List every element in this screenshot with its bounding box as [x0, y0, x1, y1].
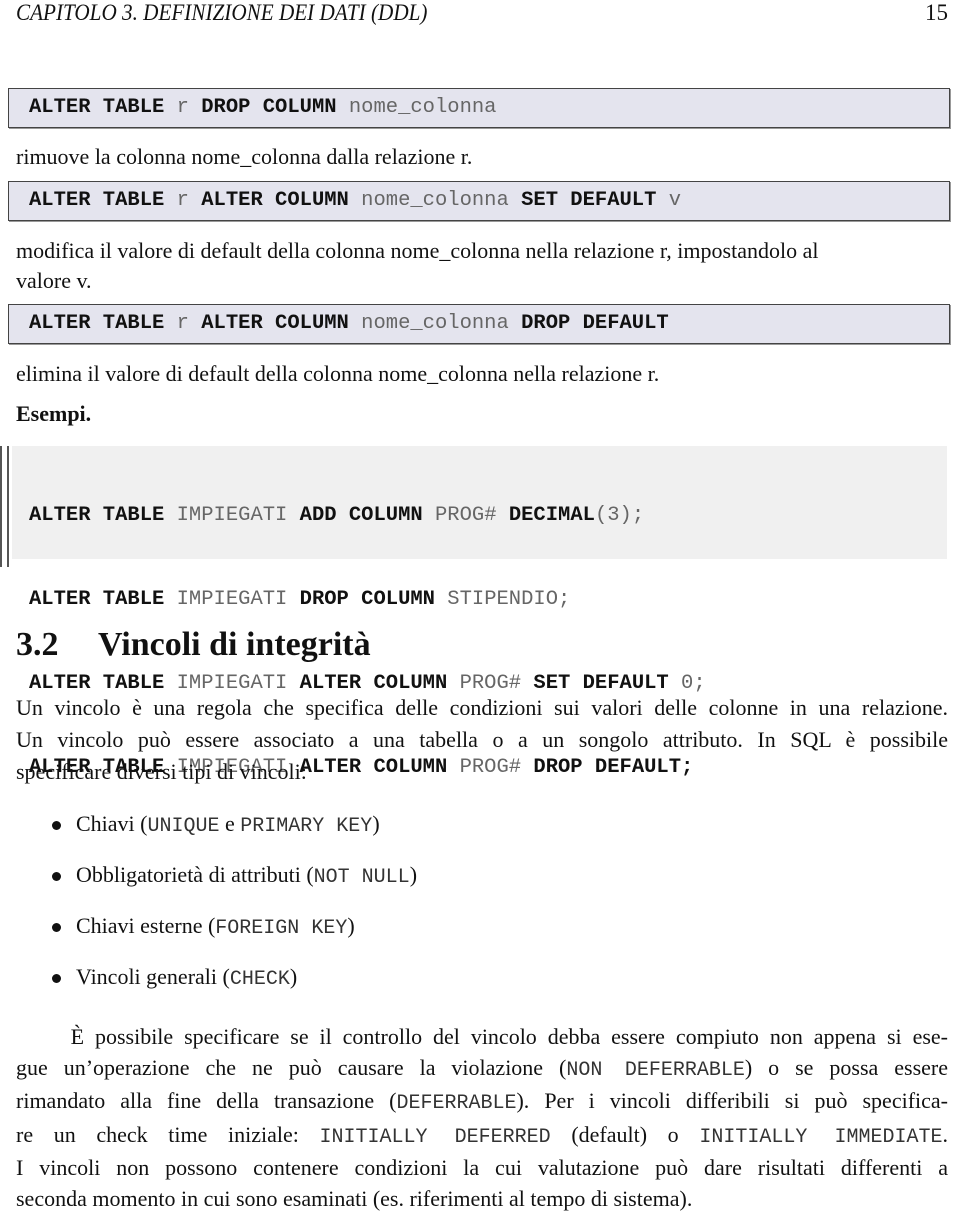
sql-identifier: (3);	[595, 504, 644, 527]
examples-code-block: ALTER TABLE IMPIEGATI ADD COLUMN PROG# D…	[0, 446, 948, 559]
sql-identifier: r	[164, 189, 201, 212]
paragraph-line: seconda momento in cui sono esaminati (e…	[16, 1184, 948, 1214]
paragraph-line: È possibile specificare se il controllo …	[16, 1022, 948, 1053]
text-run: (default) o	[551, 1122, 700, 1147]
sql-identifier: nome_colonna	[349, 312, 521, 335]
page-header: CAPITOLO 3. DEFINIZIONE DEI DATI (DDL) 1…	[16, 0, 948, 30]
sql-keyword: ALTER TABLE	[29, 189, 164, 212]
description-set-default-line2: valore v.	[16, 265, 92, 297]
sql-keyword: ALTER COLUMN	[201, 189, 349, 212]
syntax-box-drop-default: ALTER TABLE r ALTER COLUMN nome_colonna …	[8, 304, 950, 344]
list-item-text: Obbligatorietà di attributi (NOT NULL)	[76, 859, 417, 894]
bullet-icon	[52, 923, 61, 932]
text-run: )	[290, 964, 297, 989]
intro-line: specificare diversi tipi di vincoli:	[16, 756, 948, 788]
examples-label: Esempi.	[16, 398, 91, 430]
sql-keyword: DROP DEFAULT	[521, 312, 669, 335]
text-run: È possibile specificare se il controllo …	[16, 1024, 948, 1049]
code-line: ALTER TABLE IMPIEGATI DROP COLUMN STIPEN…	[29, 586, 706, 614]
inline-code: NON DEFERRABLE	[566, 1059, 745, 1082]
text-run: gue un’operazione che ne può causare la …	[16, 1055, 566, 1080]
chapter-title: CAPITOLO 3. DEFINIZIONE DEI DATI (DDL)	[16, 0, 427, 26]
sql-keyword: SET DEFAULT	[521, 189, 656, 212]
text-run: .	[943, 1122, 949, 1147]
description-set-default-line1: modifica il valore di default della colo…	[16, 235, 818, 267]
syntax-box-drop-column: ALTER TABLE r DROP COLUMN nome_colonna	[8, 88, 950, 128]
section-heading: 3.2Vincoli di integrità	[16, 626, 371, 664]
paragraph-line: gue un’operazione che ne può causare la …	[16, 1053, 948, 1087]
paragraph-line: I vincoli non possono contenere condizio…	[16, 1153, 948, 1184]
sql-identifier: r	[164, 312, 201, 335]
bullet-icon	[52, 974, 61, 983]
list-item-text: Chiavi esterne (FOREIGN KEY)	[76, 910, 355, 945]
inline-code: INITIALLY DEFERRED	[320, 1126, 551, 1149]
section-title: Vincoli di integrità	[98, 626, 371, 663]
intro-line: Un vincolo può essere associato a una ta…	[16, 724, 948, 756]
inline-code: FOREIGN KEY	[215, 917, 347, 940]
text-run: seconda momento in cui sono esaminati (e…	[16, 1186, 692, 1211]
sql-identifier: PROG#	[423, 504, 509, 527]
text-run: )	[347, 913, 354, 938]
paragraph-line: rimandato alla fine della transazione (D…	[16, 1086, 948, 1120]
list-item-text: Chiavi (UNIQUE e PRIMARY KEY)	[76, 808, 380, 843]
text-run: )	[372, 811, 379, 836]
sql-keyword: ALTER TABLE	[29, 504, 164, 527]
text-run: )	[410, 862, 417, 887]
sql-identifier: r	[164, 96, 201, 119]
text-run: I vincoli non possono contenere condizio…	[16, 1155, 948, 1180]
section-number: 3.2	[16, 626, 98, 664]
sql-keyword: DROP COLUMN	[300, 588, 435, 611]
text-run: Chiavi (	[76, 811, 148, 836]
inline-code: PRIMARY KEY	[240, 815, 372, 838]
description-drop-column: rimuove la colonna nome_colonna dalla re…	[16, 141, 472, 173]
intro-line: Un vincolo è una regola che specifica de…	[16, 692, 948, 724]
page-number: 15	[925, 0, 948, 26]
text-run: ). Per i vincoli differibili si può spec…	[516, 1088, 948, 1113]
sql-keyword: ALTER TABLE	[29, 96, 164, 119]
sql-keyword: DECIMAL	[509, 504, 595, 527]
inline-code: UNIQUE	[148, 815, 220, 838]
bullet-icon	[52, 821, 61, 830]
sql-keyword: ALTER TABLE	[29, 588, 164, 611]
sql-identifier: IMPIEGATI	[164, 504, 299, 527]
code-block-left-rule	[0, 446, 9, 567]
sql-identifier: nome_colonna	[337, 96, 497, 119]
sql-identifier: v	[656, 189, 681, 212]
list-item-text: Vincoli generali (CHECK)	[76, 961, 297, 996]
inline-code: INITIALLY IMMEDIATE	[699, 1126, 942, 1149]
syntax-box-set-default: ALTER TABLE r ALTER COLUMN nome_colonna …	[8, 181, 950, 221]
inline-code: CHECK	[230, 968, 290, 991]
inline-code: DEFERRABLE	[396, 1092, 516, 1115]
sql-identifier: nome_colonna	[349, 189, 521, 212]
bullet-icon	[52, 872, 61, 881]
sql-keyword: ALTER COLUMN	[201, 312, 349, 335]
inline-code: NOT NULL	[314, 866, 410, 889]
text-run: Chiavi esterne (	[76, 913, 215, 938]
text-run: re un check time iniziale:	[16, 1122, 320, 1147]
text-run: ) o se possa essere	[745, 1055, 948, 1080]
code-line: ALTER TABLE IMPIEGATI ADD COLUMN PROG# D…	[29, 502, 706, 530]
description-drop-default: elimina il valore di default della colon…	[16, 358, 659, 390]
deferrable-paragraph: È possibile specificare se il controllo …	[16, 1022, 948, 1214]
sql-identifier: IMPIEGATI	[164, 588, 299, 611]
sql-keyword: ADD COLUMN	[300, 504, 423, 527]
sql-identifier: STIPENDIO;	[435, 588, 570, 611]
sql-keyword: DROP COLUMN	[201, 96, 336, 119]
sql-keyword: ALTER TABLE	[29, 312, 164, 335]
intro-paragraph: Un vincolo è una regola che specifica de…	[16, 692, 948, 788]
text-run: e	[220, 811, 241, 836]
paragraph-line: re un check time iniziale: INITIALLY DEF…	[16, 1120, 948, 1154]
text-run: Vincoli generali (	[76, 964, 230, 989]
text-run: Obbligatorietà di attributi (	[76, 862, 314, 887]
text-run: rimandato alla fine della transazione (	[16, 1088, 396, 1113]
